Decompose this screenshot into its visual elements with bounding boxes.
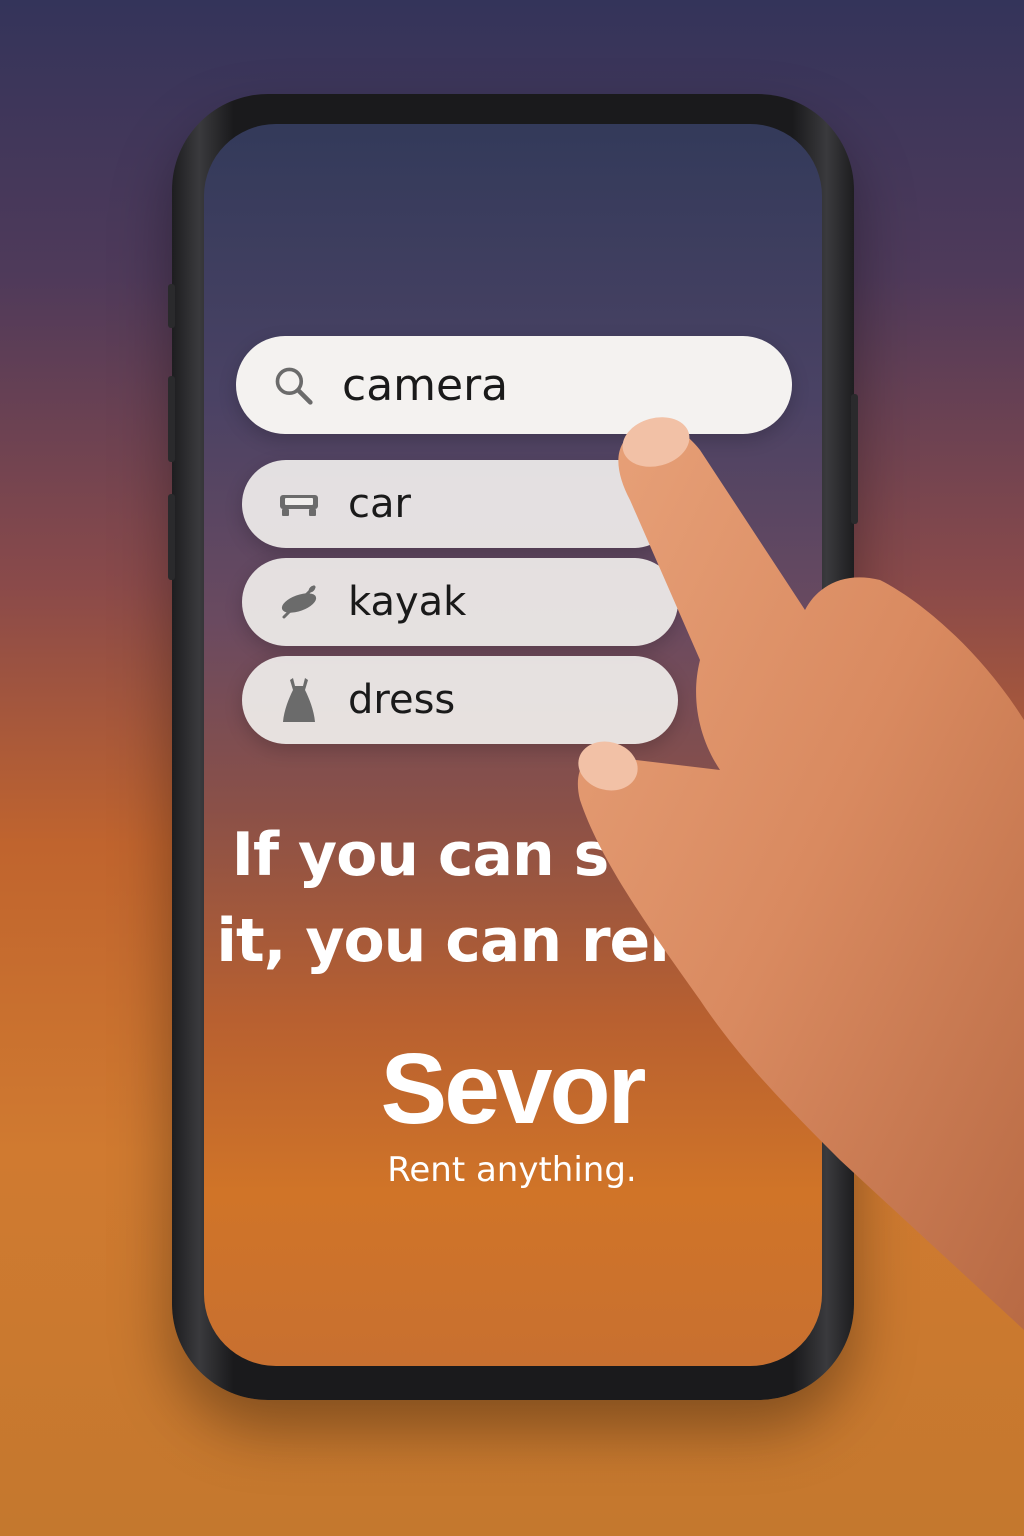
kayak-icon	[278, 581, 320, 623]
suggestion-car[interactable]: car	[242, 460, 678, 548]
phone-power-button	[851, 394, 858, 524]
dress-icon	[278, 678, 320, 722]
suggestion-label: kayak	[348, 579, 467, 625]
suggestion-label: dress	[348, 677, 456, 723]
search-bar[interactable]: camera	[236, 336, 792, 434]
search-query-text: camera	[342, 359, 509, 411]
phone-volume-up-button	[168, 376, 175, 462]
phone-frame: camera car kayak dress	[168, 94, 858, 1400]
brand-logo: Sevor	[380, 1033, 647, 1145]
brand-tagline: Rent anything.	[387, 1150, 637, 1190]
car-icon	[278, 483, 320, 525]
suggestion-dress[interactable]: dress	[242, 656, 678, 744]
suggestion-kayak[interactable]: kayak	[242, 558, 678, 646]
phone-side-button	[168, 284, 175, 328]
headline: If you can search it, you can rent it.	[0, 812, 1024, 984]
suggestion-label: car	[348, 481, 411, 527]
phone-volume-down-button	[168, 494, 175, 580]
headline-line-1: If you can search	[231, 820, 794, 890]
headline-line-2: it, you can rent it.	[216, 906, 808, 976]
search-icon	[272, 364, 314, 406]
